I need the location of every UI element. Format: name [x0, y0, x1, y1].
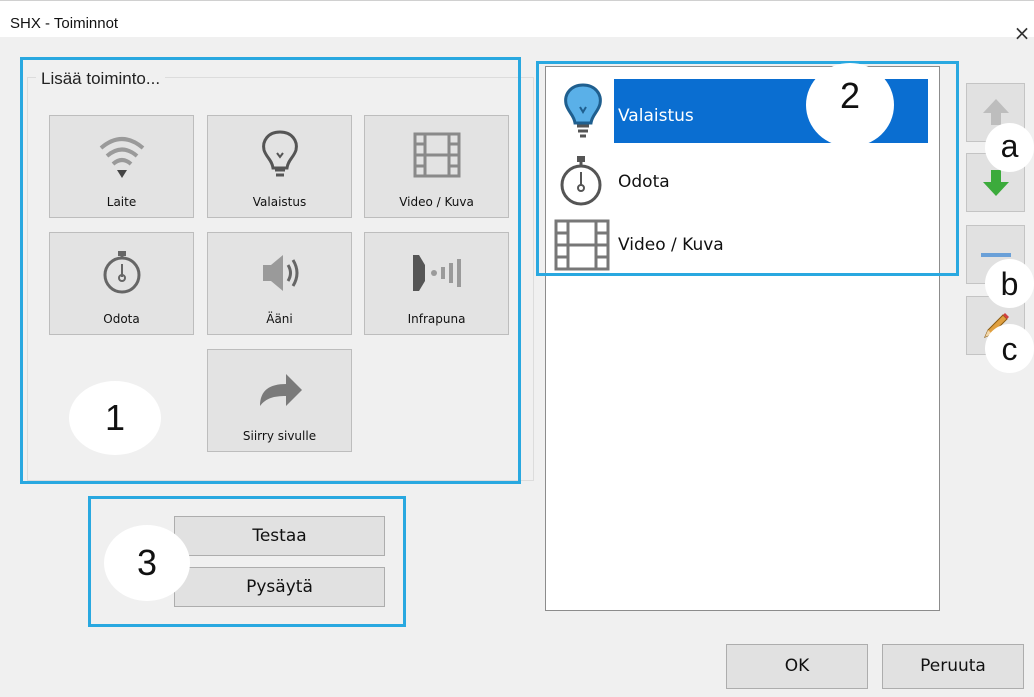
callout-b: b	[985, 259, 1034, 308]
callout-3: 3	[104, 525, 190, 601]
cancel-button[interactable]: Peruuta	[882, 644, 1024, 689]
arrow-down-icon	[983, 170, 1009, 196]
highlight-box-2	[536, 61, 959, 276]
ok-button[interactable]: OK	[726, 644, 868, 689]
callout-2: 2	[806, 63, 894, 147]
callout-c: c	[985, 324, 1034, 373]
window-title: SHX - Toiminnot	[10, 15, 119, 32]
callout-1: 1	[69, 381, 161, 455]
dialog-window: SHX - Toiminnot × Lisää toiminto... Lait…	[0, 0, 1034, 697]
title-bar: SHX - Toiminnot ×	[0, 1, 1034, 45]
close-button[interactable]: ×	[1010, 19, 1034, 47]
callout-a: a	[985, 123, 1034, 172]
